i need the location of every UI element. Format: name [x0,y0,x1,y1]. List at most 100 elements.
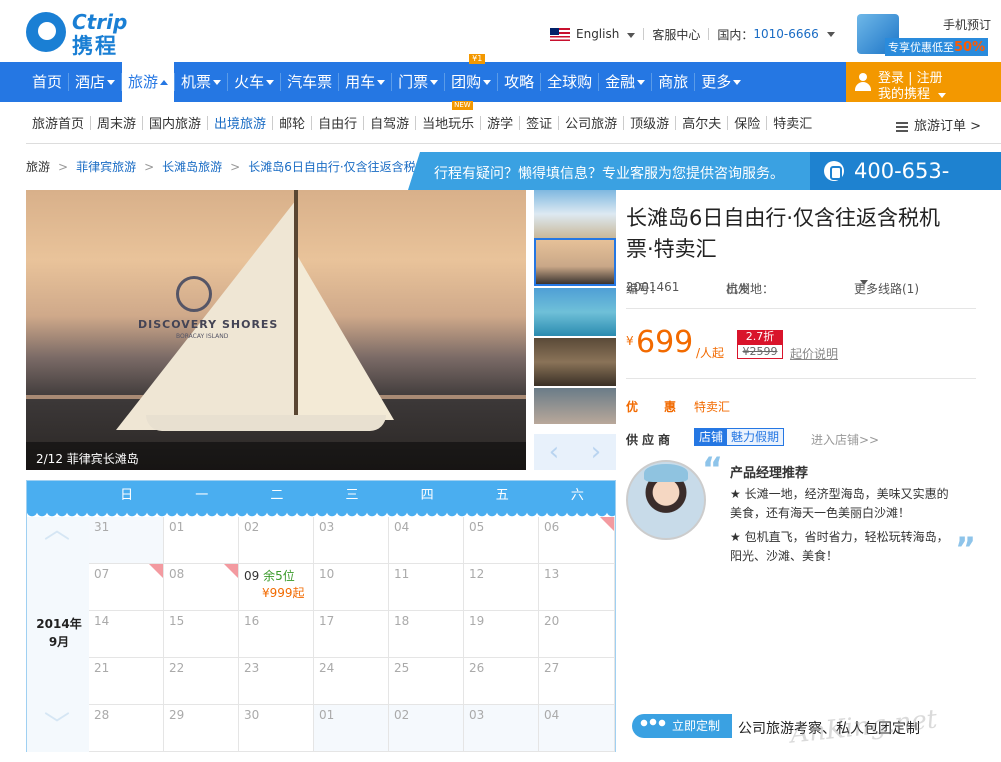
language-select[interactable]: English [576,27,636,41]
nav-item[interactable]: 攻略 [498,62,540,102]
calendar-day: 07 [89,564,164,611]
prev-arrow-icon[interactable]: ‹ [542,439,566,465]
subnav-item[interactable]: 保险 [728,113,766,132]
subnav-item[interactable]: 周末游 [91,113,142,132]
domestic-label: 国内： [717,27,754,42]
calendar-day: 27 [539,658,615,705]
subnav-item[interactable]: 自驾游 [364,113,415,132]
breadcrumb-link[interactable]: 长滩岛旅游 [162,158,222,175]
phone-icon [824,161,844,181]
supplier-label: 供应商 [626,433,675,447]
chevron-down-icon [213,80,222,85]
subnav-item[interactable]: 高尔夫 [676,113,727,132]
subnav-item[interactable]: 游学 [481,113,519,132]
subnav-item[interactable]: 公司旅游 [559,113,623,132]
calendar-day: 01 [164,517,239,564]
price-explanation-link[interactable]: 起价说明 [790,345,838,362]
subnav-item[interactable]: 签证 [520,113,558,132]
chevron-down-icon [860,280,868,285]
thumbnail[interactable] [534,288,616,336]
subnav-item[interactable]: 邮轮 [273,113,311,132]
calendar-day: 08 [164,564,239,611]
hotline-banner: 行程有疑问？懒得填信息？专业客服为您提供咨询服务。 400-653-7929 [408,152,1001,221]
service-center-link[interactable]: 客服中心 [652,26,700,43]
next-arrow-icon[interactable]: › [584,439,608,465]
supplier-row: 供应商 店铺 魅力假期 进入店铺>> [626,428,879,448]
nav-item[interactable]: 团购 ¥1 [445,54,497,102]
subnav-item[interactable]: 当地玩乐 NEW [416,101,480,132]
chevron-down-icon [483,80,492,85]
prev-month-icon[interactable]: ︿ [41,517,73,543]
holiday-flag-icon [224,564,238,578]
calendar-day: 02 [389,705,464,752]
subnav-item[interactable]: 旅游首页 [26,113,90,132]
nav-item[interactable]: 门票 [392,62,444,102]
subnav-item[interactable]: 出境旅游 [208,113,272,132]
breadcrumb-separator: > [230,159,241,174]
calendar-day: 03 [464,705,539,752]
calendar-day[interactable]: 09 余5位 ¥999起 [239,564,314,611]
mobile-booking-promo[interactable]: 手机预订 专享优惠低至50% [857,12,1001,58]
shop-tag[interactable]: 店铺 魅力假期 [694,428,785,446]
phone-dropdown-icon[interactable] [826,31,835,37]
holiday-flag-icon [149,564,163,578]
chevron-down-icon [107,80,116,85]
calendar-day: 28 [89,705,164,752]
nav-item[interactable]: 酒店 [69,62,121,102]
calendar-day: 19 [464,611,539,658]
departure-calendar: 日一二三四五六 ︿ 2014年 9月 ﹀ 31 01 02 03 04 05 06 07 08 09… [26,480,616,752]
subnav-item[interactable]: 国内旅游 [143,113,207,132]
breadcrumb-link[interactable]: 菲律宾旅游 [76,158,136,175]
close-quote-icon: ” [955,530,977,568]
nav-item[interactable]: 首页 [26,62,68,102]
thumbnail[interactable] [534,338,616,386]
calendar-day: 22 [164,658,239,705]
mobile-booking-title: 手机预订 [942,18,991,32]
list-icon [896,121,908,132]
thumbnail[interactable] [534,190,616,238]
nav-item[interactable]: 火车 [228,62,280,102]
travel-orders-link[interactable]: 旅游订单 > [896,115,981,134]
calendar-day: 26 [464,658,539,705]
calendar-day: 12 [464,564,539,611]
weekday-label: 二 [270,488,284,503]
thumbnail[interactable] [534,238,616,286]
nav-item[interactable]: 旅游 [122,62,175,102]
discovery-logo-icon [176,276,212,312]
discount-badge: 2.7折 [737,330,783,344]
nav-item[interactable]: 金融 [599,62,651,102]
calendar-day: 25 [389,658,464,705]
subnav-item[interactable]: 自由行 [312,113,363,132]
calendar-day: 30 [239,705,314,752]
breadcrumb-link[interactable]: 旅游 [26,158,50,175]
next-month-icon[interactable]: ﹀ [41,713,73,739]
photo-brand-sub: BORACAY ISLAND [176,333,229,340]
ctrip-logo[interactable]: Ctrip 携程 [26,10,156,58]
nav-item[interactable]: 全球购 [541,62,598,102]
customize-now-button[interactable]: 立即定制 [632,714,732,738]
nav-item[interactable]: 更多 [695,62,747,102]
main-photo[interactable]: DISCOVERY SHORES BORACAY ISLAND [26,190,526,470]
enter-shop-link[interactable]: 进入店铺>> [811,431,879,448]
breadcrumb-separator: > [58,159,69,174]
promo-link[interactable]: 特卖汇 [694,398,730,415]
nav-item[interactable]: 汽车票 [281,62,338,102]
weekday-label: 六 [570,488,584,503]
weekday-label: 四 [420,488,434,503]
weekday-label: 日 [120,488,134,503]
main-nav: 首页 酒店 旅游 机票 火车 汽车票 用车 门票 团购 ¥1 攻略 全球购 金融 商旅 更多 [26,54,846,102]
calendar-day: 10 [314,564,389,611]
my-ctrip-menu[interactable]: 我的携程 [878,83,947,102]
subnav-item[interactable]: 特卖汇 [767,113,818,132]
subnav-item[interactable]: 顶级游 [624,113,675,132]
thumbnail[interactable] [534,388,616,424]
login-box[interactable]: 登录 | 注册 我的携程 [846,62,1001,102]
nav-item[interactable]: 用车 [339,62,391,102]
hotline-question: 行程有疑问？懒得填信息？专业客服为您提供咨询服务。 [434,166,784,182]
calendar-day: 06 [539,517,615,564]
calendar-header: 日一二三四五六 [27,481,615,511]
nav-item[interactable]: 商旅 [652,62,694,102]
nav-item[interactable]: 机票 [175,62,227,102]
calendar-grid: 31 01 02 03 04 05 06 07 08 09 余5位 ¥999起 10 11 12 13 14 1… [89,517,615,752]
sail-shape [116,200,296,430]
